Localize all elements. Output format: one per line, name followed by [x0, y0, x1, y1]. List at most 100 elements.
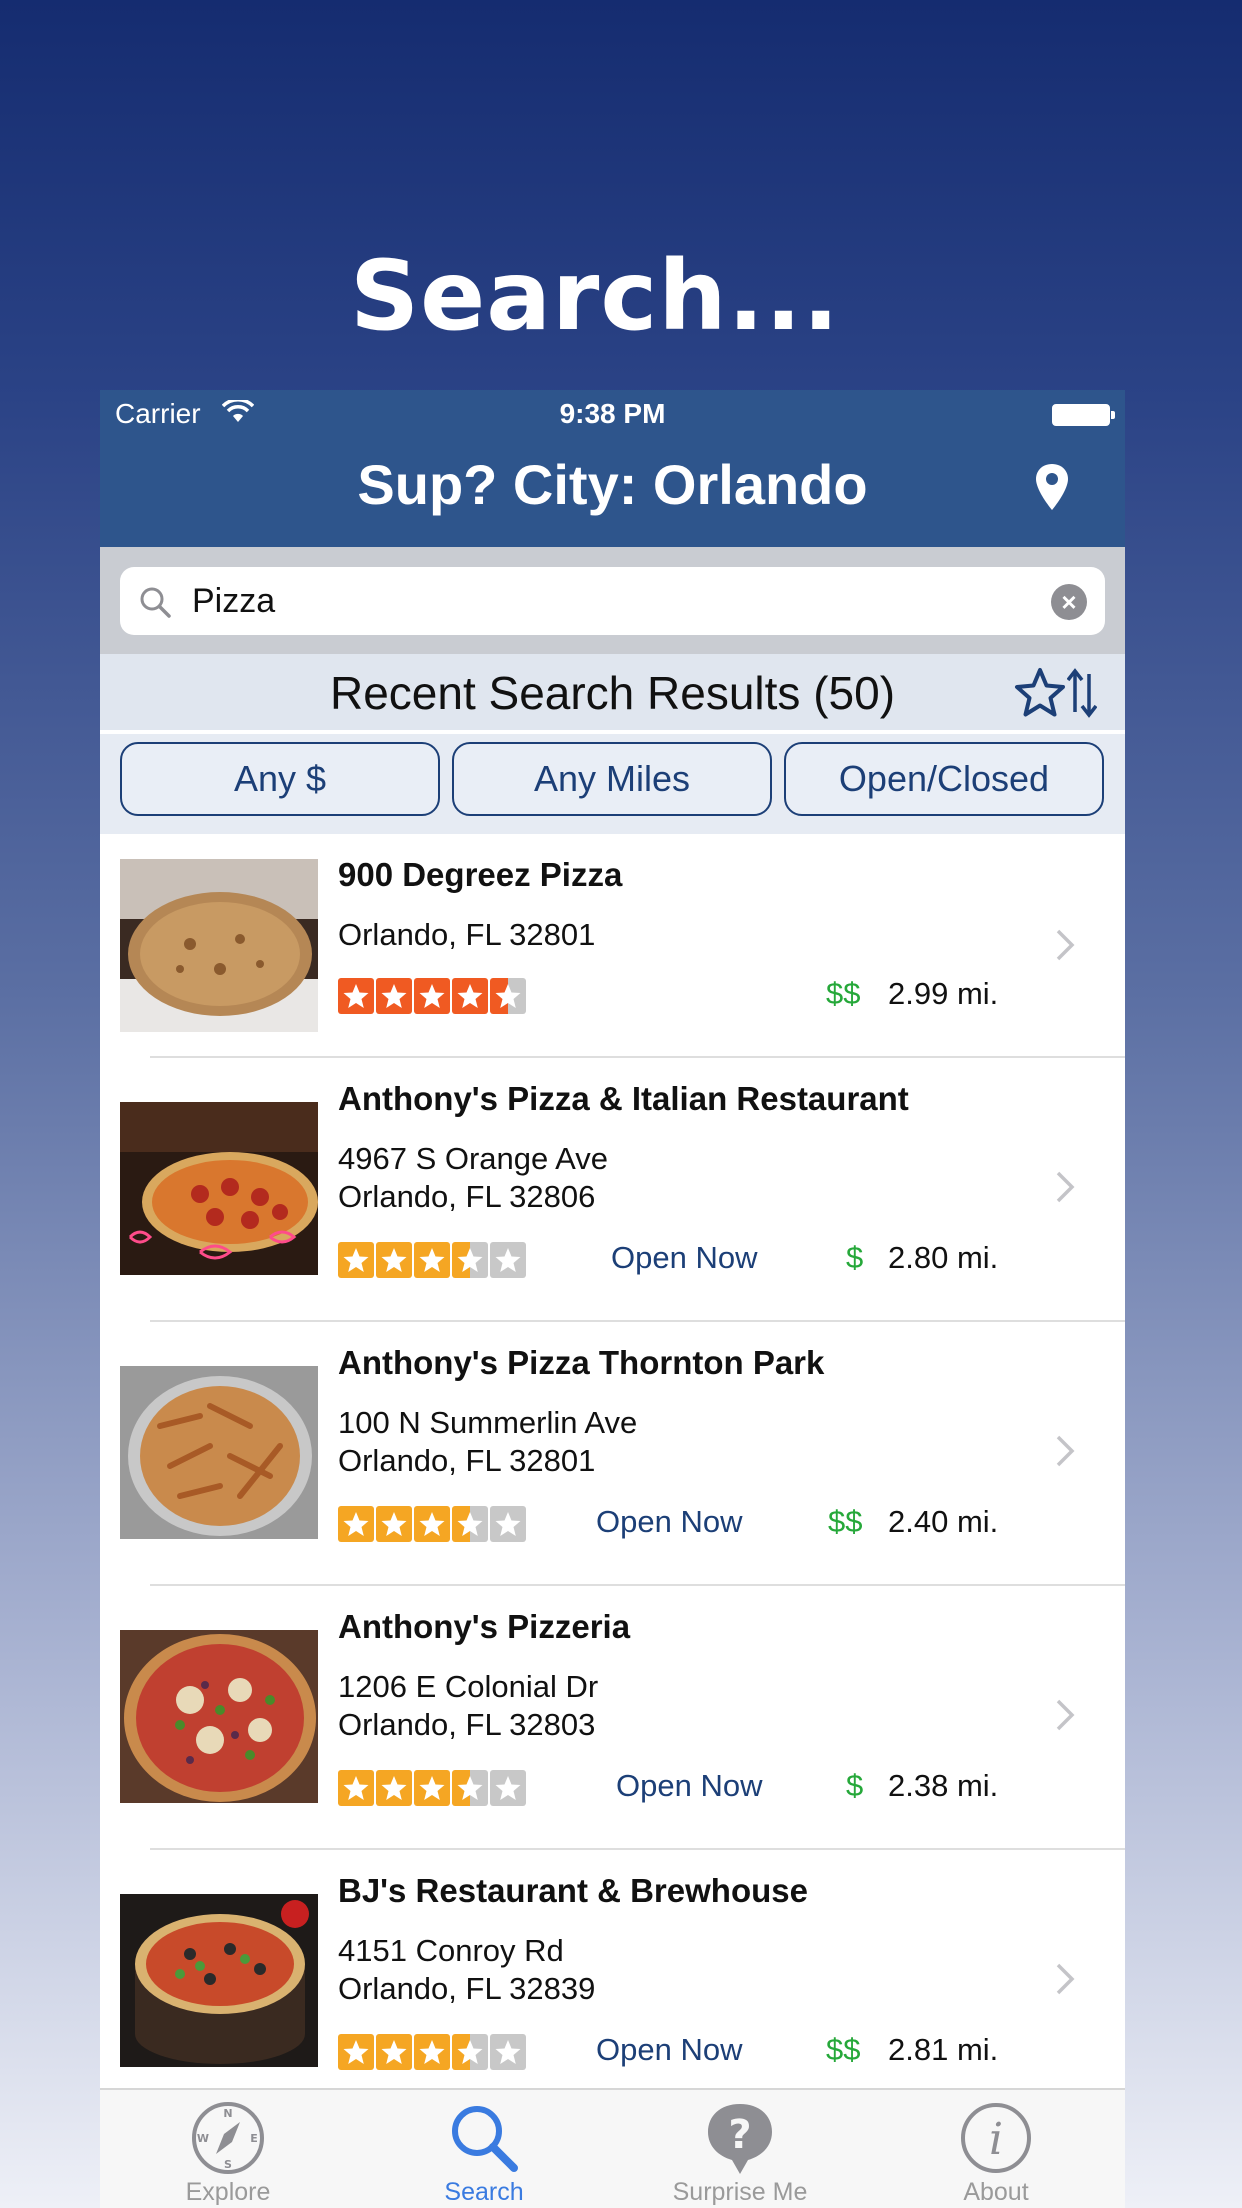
distance: 2.38 mi. [888, 1768, 999, 1803]
search-icon [140, 587, 171, 618]
star-icon [414, 1242, 450, 1278]
open-closed-filter-button[interactable]: Open/Closed [784, 742, 1104, 816]
restaurant-photo [120, 1102, 318, 1275]
rating-stars [338, 1770, 528, 1806]
price-level: $$ [826, 2032, 861, 2067]
restaurant-name: Anthony's Pizza & Italian Restaurant [338, 1080, 909, 1117]
star-icon [376, 1506, 412, 1542]
star-icon [414, 2034, 450, 2070]
chevron-right-icon [1056, 1699, 1075, 1731]
star-icon [490, 1770, 526, 1806]
star-icon [338, 978, 374, 1014]
tab-label: Search [444, 2178, 524, 2206]
tab-explore[interactable]: N S W E Explore [100, 2090, 356, 2208]
list-item[interactable]: Anthony's Pizza Thornton Park 100 N Summ… [100, 1322, 1125, 1586]
star-icon [490, 1506, 526, 1542]
star-icon [338, 1770, 374, 1806]
chevron-right-icon [1056, 929, 1075, 961]
address-line: 100 N Summerlin Ave [338, 1405, 638, 1440]
tab-label: Explore [185, 2178, 271, 2206]
tab-search[interactable]: Search [356, 2090, 612, 2208]
clear-search-icon[interactable]: × [1051, 584, 1087, 620]
favorites-star-icon[interactable] [1012, 666, 1068, 718]
star-icon [376, 978, 412, 1014]
restaurant-name: Anthony's Pizza Thornton Park [338, 1344, 825, 1381]
results-header: Recent Search Results (50) [100, 654, 1125, 730]
price-filter-button[interactable]: Any $ [120, 742, 440, 816]
svg-text:?: ? [728, 2112, 751, 2158]
star-icon [414, 1506, 450, 1542]
info-icon: i [961, 2103, 1031, 2173]
tab-surprise-me[interactable]: ? Surprise Me [612, 2090, 868, 2208]
list-item[interactable]: Anthony's Pizza & Italian Restaurant 496… [100, 1058, 1125, 1322]
distance: 2.40 mi. [888, 1504, 999, 1539]
svg-text:E: E [250, 2132, 258, 2145]
tab-about[interactable]: i About [868, 2090, 1124, 2208]
open-status: Open Now [596, 1504, 743, 1539]
sort-icon[interactable] [1067, 668, 1097, 718]
filter-bar: Any $ Any Miles Open/Closed [100, 734, 1125, 834]
svg-text:i: i [989, 2114, 1003, 2165]
star-icon [452, 978, 488, 1014]
phone-screen: Carrier 9:38 PM Sup? City: Orlando × Re [100, 390, 1125, 2208]
results-title: Recent Search Results (50) [329, 667, 896, 719]
star-icon [490, 1242, 526, 1278]
restaurant-address: Orlando, FL 32801 [338, 916, 595, 954]
chevron-right-icon [1056, 1171, 1075, 1203]
star-icon [490, 978, 526, 1014]
navigation-bar: Carrier 9:38 PM Sup? City: Orlando [100, 390, 1125, 547]
battery-icon [1052, 404, 1115, 426]
star-icon [452, 1506, 488, 1542]
star-icon [376, 1770, 412, 1806]
open-status: Open Now [616, 1768, 763, 1803]
distance: 2.81 mi. [888, 2032, 999, 2067]
address-line: 4151 Conroy Rd [338, 1933, 564, 1968]
status-bar: Carrier 9:38 PM [100, 390, 1125, 440]
star-icon [452, 1242, 488, 1278]
star-icon [376, 2034, 412, 2070]
address-line: Orlando, FL 32806 [338, 1179, 596, 1214]
search-field[interactable]: × [120, 567, 1105, 635]
rating-stars [338, 2034, 528, 2070]
list-item[interactable]: BJ's Restaurant & Brewhouse 4151 Conroy … [100, 1850, 1125, 2088]
promo-title: Search... [349, 240, 841, 352]
svg-text:N: N [223, 2107, 232, 2120]
star-icon [414, 1770, 450, 1806]
status-time: 9:38 PM [559, 398, 666, 429]
restaurant-photo [120, 1366, 318, 1539]
tab-label: About [963, 2178, 1029, 2206]
search-input[interactable] [192, 575, 1012, 627]
restaurant-name: BJ's Restaurant & Brewhouse [338, 1872, 808, 1909]
price-level: $$ [828, 1504, 863, 1539]
chevron-right-icon [1056, 1963, 1075, 1995]
star-icon [338, 1506, 374, 1542]
restaurant-address: 4967 S Orange Ave Orlando, FL 32806 [338, 1140, 608, 1216]
star-icon [452, 1770, 488, 1806]
address-line: Orlando, FL 32803 [338, 1707, 596, 1742]
question-icon: ? [708, 2104, 772, 2174]
tab-label: Surprise Me [672, 2178, 808, 2206]
restaurant-photo [120, 1630, 318, 1803]
list-item[interactable]: 900 Degreez Pizza Orlando, FL 32801 $$ 2… [100, 834, 1125, 1058]
open-status: Open Now [596, 2032, 743, 2067]
star-icon [490, 2034, 526, 2070]
address-line: Orlando, FL 32801 [338, 1443, 596, 1478]
search-icon [452, 2106, 518, 2172]
star-icon [452, 2034, 488, 2070]
list-item[interactable]: Anthony's Pizzeria 1206 E Colonial Dr Or… [100, 1586, 1125, 1850]
open-status: Open Now [611, 1240, 758, 1275]
address-line: 4967 S Orange Ave [338, 1141, 609, 1176]
rating-stars [338, 978, 528, 1014]
tab-bar: N S W E Explore Search ? Surprise Me i A… [100, 2088, 1125, 2208]
address-line: 1206 E Colonial Dr [338, 1669, 599, 1704]
star-icon [338, 1242, 374, 1278]
chevron-right-icon [1056, 1435, 1075, 1467]
svg-text:S: S [224, 2158, 232, 2171]
restaurant-address: 100 N Summerlin Ave Orlando, FL 32801 [338, 1404, 637, 1480]
distance-filter-button[interactable]: Any Miles [452, 742, 772, 816]
star-icon [338, 2034, 374, 2070]
restaurant-name: Anthony's Pizzeria [338, 1608, 631, 1645]
map-pin-icon[interactable] [1033, 462, 1071, 512]
rating-stars [338, 1506, 528, 1542]
star-icon [376, 1242, 412, 1278]
